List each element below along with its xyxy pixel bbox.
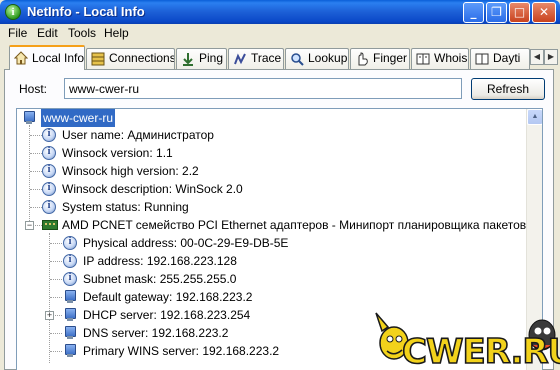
tree-line: [30, 135, 42, 136]
window-title: NetInfo - Local Info: [27, 4, 145, 19]
computer-icon: [22, 111, 36, 125]
computer-icon: [63, 326, 77, 340]
tree-item-label: DHCP server: 192.168.223.254: [83, 308, 251, 322]
info-icon: [42, 146, 56, 160]
tab-label: Lookup: [308, 51, 348, 65]
app-info-icon: [5, 4, 21, 20]
tab-scroll-left-button[interactable]: ◀: [530, 49, 544, 65]
info-icon: [42, 128, 56, 142]
restore-button[interactable]: ❐: [486, 2, 507, 23]
network-card-icon: [42, 220, 58, 230]
maximize-button[interactable]: □: [509, 2, 530, 23]
tab-label: Trace: [251, 51, 282, 65]
tree-item-label: System status: Running: [62, 200, 189, 214]
tree-item-label: Subnet mask: 255.255.255.0: [83, 272, 237, 286]
watermark-text: CWER.RU: [402, 332, 560, 370]
tree-line: [30, 171, 42, 172]
menu-tools[interactable]: Tools: [68, 26, 96, 40]
host-input[interactable]: [64, 78, 462, 99]
expand-toggle[interactable]: +: [45, 311, 54, 320]
tree-line: [50, 333, 62, 334]
menu-bar: File Edit Tools Help: [0, 24, 560, 43]
tree-item-label: Primary WINS server: 192.168.223.2: [83, 344, 280, 358]
info-icon: [63, 254, 77, 268]
computer-icon: [63, 290, 77, 304]
tab-lookup[interactable]: Lookup: [285, 48, 349, 69]
tree-line: [50, 351, 62, 352]
tree-item-label: IP address: 192.168.223.128: [83, 254, 237, 268]
tab-daytime[interactable]: Dayti: [470, 48, 530, 69]
tab-ping[interactable]: Ping: [176, 48, 227, 69]
tree-root-label: www-cwer-ru: [41, 109, 115, 127]
ping-icon: [183, 53, 193, 66]
host-label: Host:: [19, 82, 48, 96]
tree-item-label: Physical address: 00-0C-29-E9-DB-5E: [83, 236, 289, 250]
tree-line: [30, 153, 42, 154]
whois-icon: [416, 53, 430, 65]
title-bar[interactable]: NetInfo - Local Info _ ❐ □ ✕: [0, 0, 560, 24]
tree-item-label: Winsock description: WinSock 2.0: [62, 182, 243, 196]
home-icon: [14, 51, 28, 65]
trace-icon: [234, 53, 246, 65]
info-icon: [42, 182, 56, 196]
tab-scroll-right-button[interactable]: ▶: [544, 49, 558, 65]
tab-label: Dayti: [493, 51, 521, 65]
menu-edit[interactable]: Edit: [37, 26, 58, 40]
tab-label: Connections: [109, 51, 175, 65]
menu-file[interactable]: File: [8, 26, 27, 40]
tree-line: [30, 189, 42, 190]
tree-line: [50, 297, 62, 298]
tree-item-label: Default gateway: 192.168.223.2: [83, 290, 253, 304]
tree-line: [49, 233, 50, 363]
tab-label: Finger: [373, 51, 408, 65]
tab-local-info[interactable]: Local Info: [9, 45, 85, 70]
menu-help[interactable]: Help: [104, 26, 129, 40]
close-button[interactable]: ✕: [532, 2, 556, 23]
connections-icon: [91, 52, 105, 66]
collapse-toggle[interactable]: −: [25, 221, 34, 230]
refresh-button[interactable]: Refresh: [471, 78, 545, 100]
tab-label: Ping: [199, 51, 224, 65]
daytime-icon: [475, 53, 489, 65]
tab-strip: Local Info Connections Ping Trace Lookup…: [0, 45, 560, 70]
tab-trace[interactable]: Trace: [228, 48, 284, 69]
tree-line: [50, 279, 62, 280]
tab-connections[interactable]: Connections: [86, 48, 175, 69]
tab-label: Whois: [434, 51, 468, 65]
finger-icon: [358, 52, 368, 66]
tree-item-label: DNS server: 192.168.223.2: [83, 326, 229, 340]
tree-line: [30, 207, 42, 208]
info-icon: [63, 272, 77, 286]
tree-item-label: Winsock high version: 2.2: [62, 164, 199, 178]
cwer-watermark-logo: CWER.RU: [375, 312, 560, 370]
scroll-up-button[interactable]: ▲: [527, 109, 542, 125]
tab-label: Local Info: [32, 51, 85, 65]
minimize-button[interactable]: _: [463, 2, 484, 23]
tree-line: [29, 125, 30, 225]
tree-line: [50, 243, 62, 244]
tree-adapter-label: AMD PCNET семейство PCI Ethernet адаптер…: [62, 218, 527, 232]
tab-whois[interactable]: Whois: [411, 48, 469, 69]
tree-item-label: User name: Администратор: [62, 128, 214, 142]
info-icon: [63, 236, 77, 250]
info-icon: [42, 200, 56, 214]
info-icon: [42, 164, 56, 178]
tree-line: [50, 261, 62, 262]
lookup-icon: [291, 53, 304, 66]
tab-finger[interactable]: Finger: [350, 48, 410, 69]
computer-icon: [63, 308, 77, 322]
tree-item-label: Winsock version: 1.1: [62, 146, 173, 160]
computer-icon: [63, 344, 77, 358]
netinfo-window: NetInfo - Local Info _ ❐ □ ✕ File Edit T…: [0, 0, 560, 370]
